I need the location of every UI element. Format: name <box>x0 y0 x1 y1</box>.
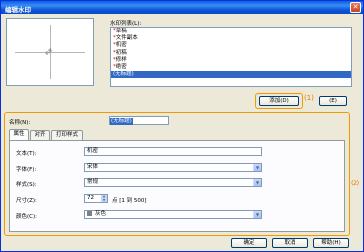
list-item-selected[interactable]: (无标题) <box>111 71 351 79</box>
tab-properties[interactable]: 属性 <box>9 129 29 140</box>
tab-print-style[interactable]: 打印样式 <box>51 130 83 140</box>
list-item[interactable]: *初稿 <box>111 50 351 57</box>
ok-button[interactable]: 确定 <box>231 238 267 248</box>
name-label: 名称(N): <box>9 120 31 126</box>
cancel-button[interactable]: 取消 <box>272 238 308 248</box>
delete-button[interactable]: (E) <box>319 96 347 106</box>
text-field[interactable]: 机密 <box>84 147 262 156</box>
close-button[interactable]: ✕ <box>350 2 361 13</box>
font-label: 字体(F): <box>16 167 37 173</box>
chevron-down-icon[interactable]: ▼ <box>253 179 261 186</box>
watermark-preview: 机密 <box>6 18 94 86</box>
list-item[interactable]: *修样 <box>111 57 351 64</box>
add-button[interactable]: 添加(D) <box>259 96 299 106</box>
tab-alignment[interactable]: 对齐 <box>30 130 50 140</box>
size-range: 点 [1 到 500] <box>112 198 147 204</box>
chevron-down-icon[interactable]: ▼ <box>253 164 261 171</box>
list-item[interactable]: *机密 <box>111 42 351 49</box>
color-select[interactable]: 灰色 ▼ <box>84 210 262 219</box>
size-stepper[interactable]: 72 ▲ ▼ <box>84 194 108 203</box>
list-item[interactable]: *草稿 <box>111 28 351 35</box>
preview-watermark-mark: 机密 <box>44 47 54 57</box>
spin-arrows-icon[interactable]: ▲ ▼ <box>101 194 107 202</box>
properties-panel: 文本(T): 机密 字体(F): 宋体 ▼ 样式(S): 常规 ▼ 尺寸(Z):… <box>9 140 345 232</box>
chevron-down-icon[interactable]: ▼ <box>253 211 261 218</box>
list-item[interactable]: *绝密 <box>111 64 351 71</box>
color-swatch <box>87 211 92 216</box>
text-label: 文本(T): <box>16 151 37 157</box>
title-bar: 编辑水印 ✕ <box>1 1 363 14</box>
watermark-list[interactable]: *草稿 *文件副本 *机密 *初稿 *修样 *绝密 (无标题) <box>110 27 352 87</box>
list-item[interactable]: *文件副本 <box>111 35 351 42</box>
callout-2: (2) <box>351 179 359 187</box>
help-button[interactable]: 帮助(H) <box>313 238 349 248</box>
size-label: 尺寸(Z): <box>16 198 37 204</box>
color-label: 颜色(C): <box>16 214 37 220</box>
callout-1: (1) <box>304 94 314 102</box>
name-field[interactable]: (无标题) <box>109 116 169 125</box>
watermark-list-label: 水印列表(L): <box>110 21 142 27</box>
style-select[interactable]: 常规 ▼ <box>84 178 262 187</box>
font-select[interactable]: 宋体 ▼ <box>84 163 262 172</box>
style-label: 样式(S): <box>16 182 37 188</box>
window-title: 编辑水印 <box>5 6 31 14</box>
edit-watermark-dialog: 编辑水印 ✕ 机密 水印列表(L): *草稿 *文件副本 *机密 *初稿 *修样… <box>0 0 364 252</box>
